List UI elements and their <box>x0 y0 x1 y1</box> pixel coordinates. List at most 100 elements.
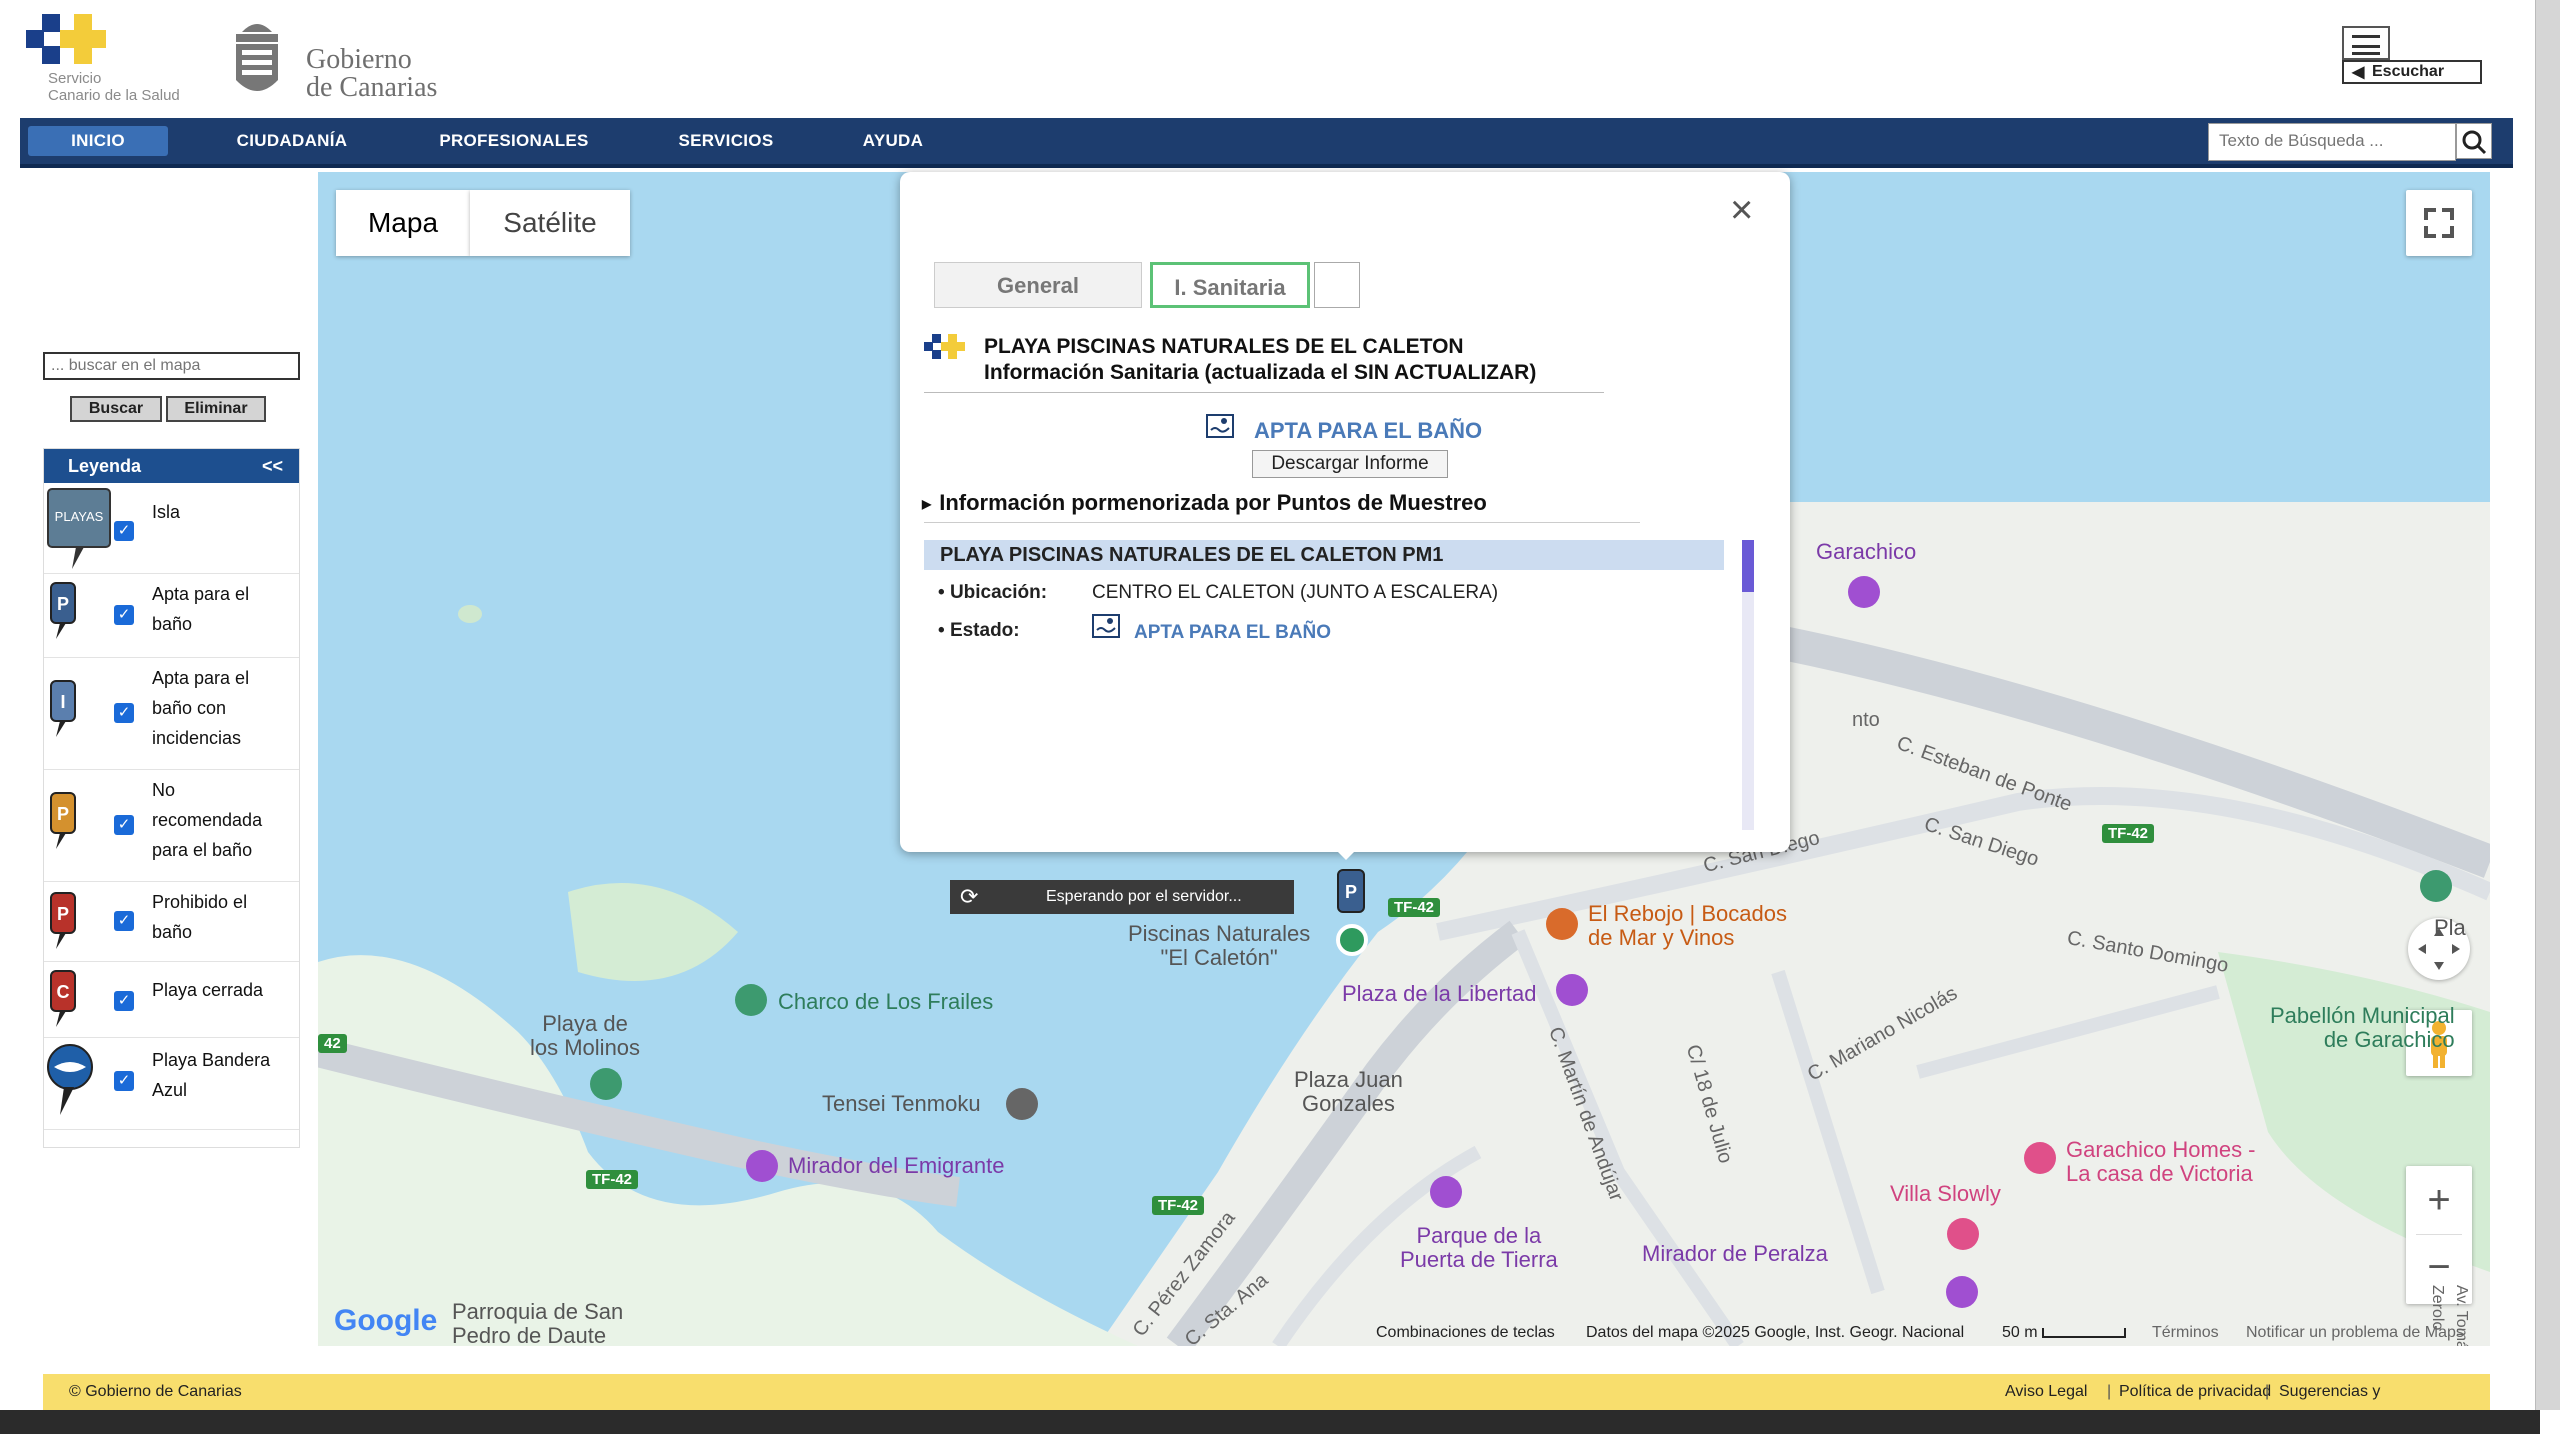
homes-marker[interactable] <box>2024 1142 2056 1174</box>
map-label-pla: Pla <box>2434 915 2466 940</box>
legend-label-bandera-azul: Playa Bandera Azul <box>152 1050 271 1100</box>
speaker-icon: ◀︎ <box>2352 64 2365 81</box>
hamburger-menu-button[interactable] <box>2342 26 2390 60</box>
divider <box>924 392 1604 393</box>
map-type-mapa[interactable]: Mapa <box>336 190 470 256</box>
legend-item-cerrada: C ✓ Playa cerrada <box>44 961 299 1038</box>
playas-island-icon: PLAYAS <box>47 488 111 569</box>
map-scale[interactable]: 50 m <box>2002 1324 2127 1342</box>
map-search-field[interactable] <box>43 352 300 380</box>
molinos-marker[interactable] <box>590 1068 622 1100</box>
gobierno-logo[interactable]: Gobierno de Canarias <box>230 14 470 106</box>
svg-text:P: P <box>1345 882 1357 902</box>
tensei-marker[interactable] <box>1006 1088 1038 1120</box>
map-label-tensei: Tensei Tenmoku <box>822 1091 981 1116</box>
footer-link-aviso-legal[interactable]: Aviso Legal <box>2005 1374 2087 1410</box>
legend-label-cerrada: Playa cerrada <box>152 980 264 1000</box>
popup-scroll-thumb[interactable] <box>1742 540 1754 592</box>
charco-marker[interactable] <box>735 984 767 1016</box>
nav-inicio[interactable]: INICIO <box>28 126 168 156</box>
estado-value: APTA PARA EL BAÑO <box>1134 622 1332 643</box>
map-label-peralza: Mirador de Peralza <box>1642 1241 1828 1266</box>
tab-empty[interactable] <box>1314 262 1360 308</box>
map-label-molinos: Playa de los Molinos <box>530 1011 641 1060</box>
pin-incidencias-icon: I <box>50 680 76 737</box>
download-report-button[interactable]: Descargar Informe <box>1252 450 1448 478</box>
legend-checkbox-isla[interactable]: ✓ <box>114 521 134 541</box>
map-terms-link[interactable]: Términos <box>2152 1324 2219 1342</box>
tab-i-sanitaria[interactable]: I. Sanitaria <box>1150 262 1310 308</box>
page-footer: © Gobierno de Canarias Aviso Legal | Pol… <box>43 1374 2490 1436</box>
park-marker[interactable] <box>2420 870 2452 902</box>
legend-checkbox-prohibido[interactable]: ✓ <box>114 911 134 931</box>
legend-collapse-button[interactable]: << <box>262 449 283 483</box>
map-scale-label: 50 m <box>2002 1324 2038 1341</box>
legend-checkbox-cerrada[interactable]: ✓ <box>114 991 134 1011</box>
pin-apta-icon: P <box>50 582 76 639</box>
nav-profesionales[interactable]: PROFESIONALES <box>404 126 624 156</box>
map-keyboard-shortcuts[interactable]: Combinaciones de teclas <box>1376 1324 1555 1342</box>
site-search-button[interactable] <box>2456 123 2492 159</box>
svg-text:C: C <box>57 982 70 1002</box>
zoom-in-button[interactable]: + <box>2406 1166 2472 1234</box>
eliminar-button[interactable]: Eliminar <box>166 396 266 422</box>
slowly-marker[interactable] <box>1947 1218 1979 1250</box>
puerta-marker[interactable] <box>1430 1176 1462 1208</box>
vertical-scrollbar[interactable] <box>2535 0 2560 1410</box>
map-label-nto: nto <box>1852 709 1880 731</box>
popup-scrollbar[interactable] <box>1742 540 1754 830</box>
ubicacion-value: CENTRO EL CALETON (JUNTO A ESCALERA) <box>1092 582 1499 603</box>
map-report-link[interactable]: Notificar un problema de Maps <box>2246 1324 2464 1342</box>
map-data-credit: Datos del mapa ©2025 Google, Inst. Geogr… <box>1586 1324 1965 1341</box>
road-badge-tf42-4: TF-42 <box>1152 1196 1205 1215</box>
rebojo-marker[interactable] <box>1546 908 1578 940</box>
fullscreen-button[interactable] <box>2406 190 2472 256</box>
map-label-homes: Garachico Homes - La casa de Victoria <box>2066 1137 2256 1186</box>
peralza-marker[interactable] <box>1946 1276 1978 1308</box>
close-icon[interactable]: × <box>1730 190 1753 230</box>
points-section-toggle[interactable]: ▶ Información pormenorizada por Puntos de… <box>922 490 1487 516</box>
estado-label: • Estado: <box>938 620 1020 641</box>
piscinas-marker[interactable] <box>1336 924 1368 956</box>
map-type-satelite[interactable]: Satélite <box>470 190 630 256</box>
footer-link-privacidad[interactable]: Política de privacidad <box>2109 1374 2271 1410</box>
points-section-title: Información pormenorizada por Puntos de … <box>939 490 1487 515</box>
horizontal-scrollbar[interactable] <box>0 1410 2540 1434</box>
map-search-input[interactable] <box>45 354 297 378</box>
svg-text:P: P <box>57 804 69 824</box>
sns-small-logo-icon <box>924 334 965 359</box>
nav-ayuda[interactable]: AYUDA <box>828 126 958 156</box>
legend-panel: Leyenda << PLAYAS ✓ Isla P ✓ Apta para e… <box>43 448 300 1148</box>
sns-logo-text: Servicio Canario de la Salud <box>48 70 180 104</box>
legend-checkbox-apta[interactable]: ✓ <box>114 605 134 625</box>
legend-title: Leyenda <box>68 456 142 476</box>
map-label-pabellon: Pabellón Municipal de Garachico <box>2270 1003 2455 1052</box>
sampling-point-title: PLAYA PISCINAS NATURALES DE EL CALETON P… <box>924 540 1724 570</box>
escuchar-button[interactable]: ◀︎ Escuchar <box>2342 60 2482 84</box>
escuchar-label: Escuchar <box>2372 63 2445 80</box>
sns-logo[interactable]: Servicio Canario de la Salud <box>24 12 180 112</box>
svg-text:I: I <box>60 692 65 712</box>
footer-copyright: © Gobierno de Canarias <box>69 1383 242 1400</box>
nav-servicios[interactable]: SERVICIOS <box>644 126 808 156</box>
legend-checkbox-bandera-azul[interactable]: ✓ <box>114 1071 134 1091</box>
pin-cerrada-icon: C <box>50 970 76 1027</box>
site-search-input[interactable] <box>2209 124 2459 158</box>
gobierno-logo-text: Gobierno de Canarias <box>306 44 438 103</box>
tab-general[interactable]: General <box>934 262 1142 308</box>
legend-checkbox-incidencias[interactable]: ✓ <box>114 703 134 723</box>
map-label-parroquia: Parroquia de San Pedro de Daute <box>452 1299 624 1347</box>
plaza-libertad-marker[interactable] <box>1556 974 1588 1006</box>
zoom-control: + − <box>2406 1166 2472 1304</box>
nav-ciudadania[interactable]: CIUDADANÍA <box>200 126 384 156</box>
mirador-emigrante-marker[interactable] <box>746 1150 778 1182</box>
site-search-field[interactable] <box>2208 123 2459 161</box>
bandera-azul-icon <box>47 1044 93 1115</box>
garachico-marker[interactable] <box>1848 576 1880 608</box>
legend-checkbox-no-recomendada[interactable]: ✓ <box>114 815 134 835</box>
map-scale-bar <box>2042 1327 2127 1338</box>
map-label-rebojo: El Rebojo | Bocados de Mar y Vinos <box>1588 901 1787 950</box>
buscar-button[interactable]: Buscar <box>70 396 162 422</box>
fullscreen-icon <box>2424 208 2454 238</box>
estado-bathing-icon <box>1092 614 1120 638</box>
